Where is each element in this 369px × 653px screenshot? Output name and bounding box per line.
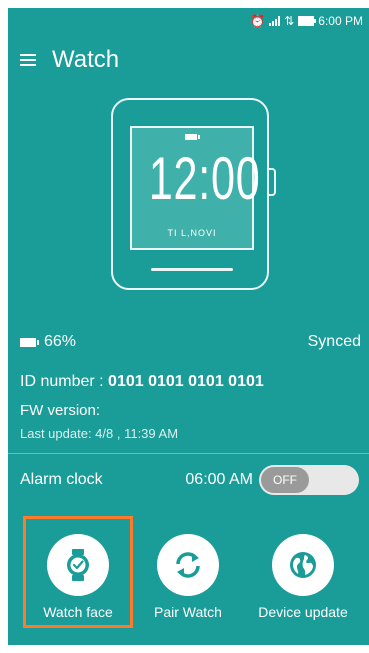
action-buttons: Watch face Pair Watch Device update <box>8 516 369 628</box>
toggle-off-label: OFF <box>261 467 309 493</box>
signal-icon <box>269 16 281 26</box>
sync-icon <box>157 534 219 596</box>
battery-percent: 66% <box>44 333 77 350</box>
battery-icon <box>20 337 39 347</box>
watch-illustration: 12:00 TI L,NOVI <box>108 98 280 302</box>
app-screen: ⏰ ⇅ 6:00 PM Watch 12:00 TI L,NOVI 66% Sy <box>8 8 369 645</box>
battery-status-row: 66% Synced <box>20 333 361 351</box>
watch-face-label: Watch face <box>43 604 113 620</box>
watch-side-button <box>268 168 276 196</box>
alarm-time[interactable]: 06:00 AM <box>185 471 253 489</box>
id-label: ID number : <box>20 373 104 390</box>
alarm-icon: ⏰ <box>250 14 266 28</box>
status-bar: ⏰ ⇅ 6:00 PM <box>8 8 369 34</box>
alarm-toggle[interactable]: OFF <box>259 465 359 495</box>
device-update-label: Device update <box>258 604 348 620</box>
pair-watch-button[interactable]: Pair Watch <box>133 516 243 620</box>
watch-display: 12:00 TI L,NOVI <box>130 126 261 250</box>
page-title: Watch <box>52 46 120 73</box>
alarm-label: Alarm clock <box>20 471 103 488</box>
watch-time: 12:00 <box>148 145 261 212</box>
last-update-text: Last update: 4/8 , 11:39 AM <box>20 426 179 441</box>
sync-status: Synced <box>307 333 361 350</box>
watch-battery-icon <box>185 134 200 140</box>
hamburger-menu-icon[interactable] <box>20 53 36 67</box>
data-transfer-icon: ⇅ <box>284 14 295 28</box>
watch-icon <box>47 534 109 596</box>
id-number-row: ID number : 0101 0101 0101 0101 <box>20 373 264 391</box>
alarm-clock-row: Alarm clock 06:00 AM OFF <box>20 463 359 497</box>
watch-face-button[interactable]: Watch face <box>23 516 133 628</box>
divider <box>8 453 369 454</box>
app-bar: Watch <box>20 46 119 74</box>
pair-watch-label: Pair Watch <box>154 604 222 620</box>
watch-bar <box>151 268 233 271</box>
battery-indicator: 66% <box>20 333 76 351</box>
id-value: 0101 0101 0101 0101 <box>108 373 264 390</box>
battery-icon <box>298 16 317 26</box>
watch-date: TI L,NOVI <box>167 228 217 238</box>
fw-version-label: FW version: <box>20 402 101 419</box>
status-time: 6:00 PM <box>318 14 363 28</box>
device-update-button[interactable]: Device update <box>248 516 358 620</box>
watch-body: 12:00 TI L,NOVI <box>111 98 269 290</box>
globe-icon <box>272 534 334 596</box>
